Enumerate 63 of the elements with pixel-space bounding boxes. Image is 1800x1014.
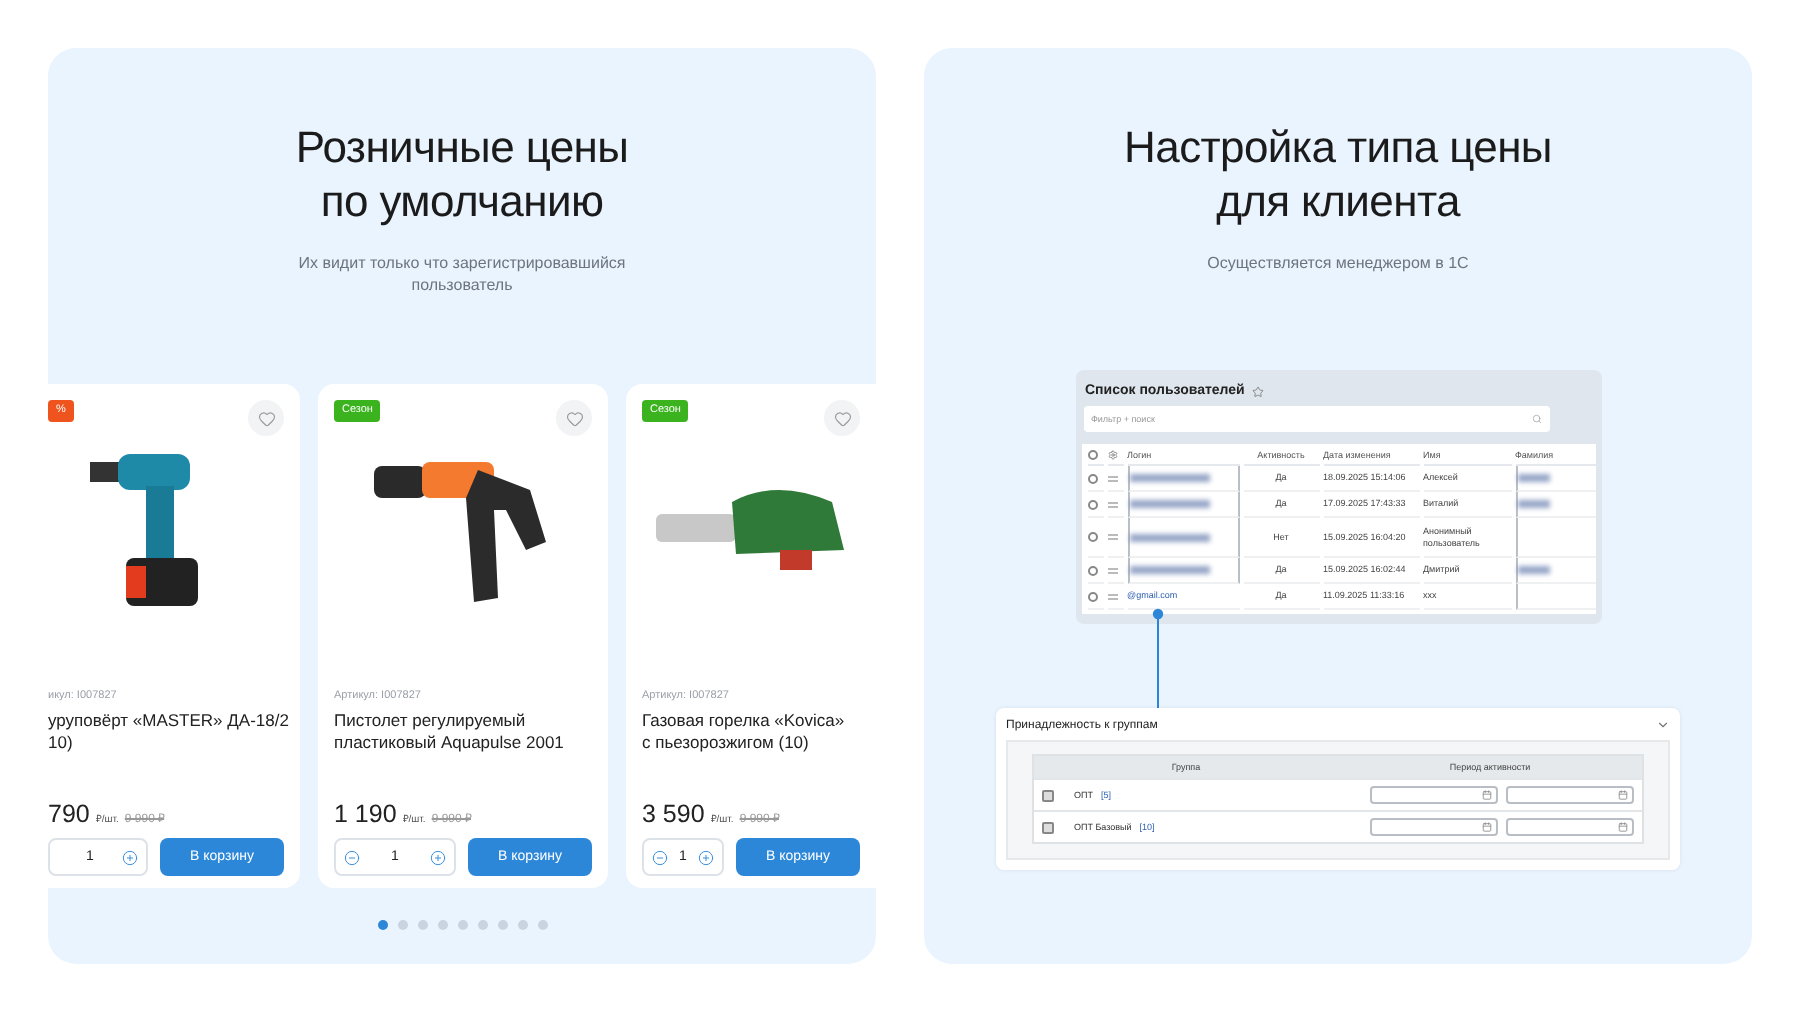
settings-icon[interactable] xyxy=(1107,449,1117,459)
chevron-down-icon[interactable] xyxy=(1656,718,1670,732)
heart-icon xyxy=(565,409,583,427)
calendar-icon[interactable] xyxy=(1618,790,1628,800)
heart-icon xyxy=(833,409,851,427)
blurred-text xyxy=(1129,500,1209,508)
minus-icon[interactable] xyxy=(344,849,360,865)
checkbox[interactable] xyxy=(1042,789,1054,801)
checkbox[interactable] xyxy=(1087,449,1097,459)
panel-title: Розничные цены по умолчанию xyxy=(295,120,629,228)
panel-subtitle: Осуществляется менеджером в 1С xyxy=(1207,252,1469,274)
product-name: уруповёрт «MASTER» ДА-18/2 10) xyxy=(48,710,284,757)
drag-handle-icon[interactable] xyxy=(1107,501,1117,507)
minus-icon[interactable] xyxy=(652,849,668,865)
date-field[interactable] xyxy=(1506,818,1634,836)
search-icon xyxy=(1531,414,1541,424)
drag-handle-icon[interactable] xyxy=(1107,475,1117,481)
pager-dot[interactable] xyxy=(517,920,527,930)
pager-dot[interactable] xyxy=(397,920,407,930)
product-name: Пистолет регулируемый пластиковый Aquapulse 2001 xyxy=(334,710,566,757)
blurred-text xyxy=(1517,566,1549,574)
date-field[interactable] xyxy=(1370,786,1498,804)
pager-dot[interactable] xyxy=(437,920,447,930)
leader-line xyxy=(1152,608,1164,708)
date-field[interactable] xyxy=(1370,818,1498,836)
pager-dot[interactable] xyxy=(537,920,547,930)
plus-icon[interactable] xyxy=(122,849,138,865)
product-price: 1 190 xyxy=(334,800,397,828)
panel-subtitle: Их видит только что зарегистрировавшийся пользователь xyxy=(298,252,626,296)
date-field[interactable] xyxy=(1506,786,1634,804)
favorite-button[interactable] xyxy=(824,400,860,436)
drag-handle-icon[interactable] xyxy=(1107,567,1117,573)
blurred-text xyxy=(1129,474,1209,482)
favorite-button[interactable] xyxy=(556,400,592,436)
checkbox[interactable] xyxy=(1087,499,1097,509)
product-name: Газовая горелка «Kovica» с пьезорозжигом (10) xyxy=(642,710,847,757)
calendar-icon[interactable] xyxy=(1618,822,1628,832)
pager-dot[interactable] xyxy=(497,920,507,930)
product-price: 3 590 xyxy=(642,800,705,828)
blurred-text xyxy=(1129,533,1209,541)
calendar-icon[interactable] xyxy=(1482,790,1492,800)
blurred-text xyxy=(1517,500,1549,508)
favorite-button[interactable] xyxy=(248,400,284,436)
star-icon[interactable] xyxy=(1252,385,1265,397)
pager-dot[interactable] xyxy=(477,920,487,930)
drag-handle-icon[interactable] xyxy=(1107,593,1117,599)
pager-dot[interactable] xyxy=(457,920,467,930)
product-price: 790 xyxy=(48,800,90,828)
drag-handle-icon[interactable] xyxy=(1107,534,1117,540)
blurred-text xyxy=(1129,566,1209,574)
pager-dot[interactable] xyxy=(417,920,427,930)
checkbox[interactable] xyxy=(1087,591,1097,601)
heart-icon xyxy=(257,409,275,427)
plus-icon[interactable] xyxy=(698,849,714,865)
checkbox[interactable] xyxy=(1087,565,1097,575)
blurred-text xyxy=(1517,474,1549,482)
panel-title: Настройка типа цены для клиента xyxy=(1124,120,1552,228)
checkbox[interactable] xyxy=(1087,532,1097,542)
plus-icon[interactable] xyxy=(430,849,446,865)
checkbox[interactable] xyxy=(1042,821,1054,833)
pager-dot[interactable] xyxy=(377,920,387,930)
calendar-icon[interactable] xyxy=(1482,822,1492,832)
checkbox[interactable] xyxy=(1087,473,1097,483)
